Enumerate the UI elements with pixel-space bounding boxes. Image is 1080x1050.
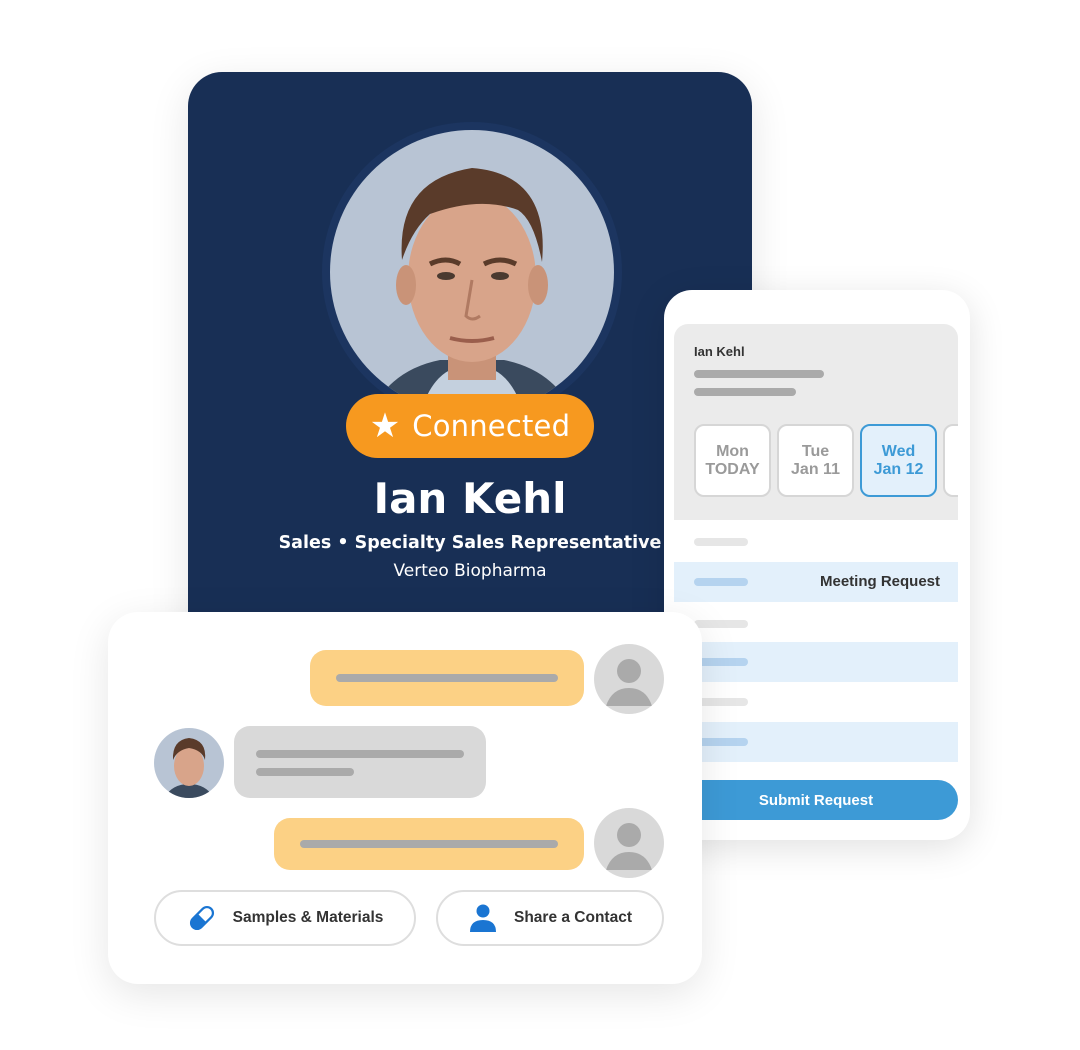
time-slot[interactable]	[674, 682, 958, 722]
chat-bubble-outgoing	[310, 650, 584, 706]
message-placeholder-line	[256, 768, 354, 776]
date-chip-wed-selected[interactable]: Wed Jan 12	[860, 424, 937, 497]
rep-avatar-photo	[154, 728, 224, 798]
date-chip-date: Jan 11	[791, 460, 840, 478]
generic-user-icon	[594, 644, 664, 714]
date-chip-day: Tue	[801, 442, 830, 460]
chat-card: Samples & Materials Share a Contact	[108, 612, 702, 984]
time-slot[interactable]	[674, 642, 958, 682]
connected-label: Connected	[412, 409, 571, 443]
person-icon	[469, 904, 496, 932]
date-chip-day: Wed	[881, 442, 916, 460]
time-slot[interactable]	[674, 522, 958, 562]
message-placeholder-line	[256, 750, 464, 758]
time-slot[interactable]	[674, 722, 958, 762]
slot-placeholder	[694, 658, 748, 666]
connected-badge: ★ Connected	[346, 394, 594, 458]
pill-capsule-icon	[189, 905, 214, 931]
date-chip-date: TODAY	[705, 460, 760, 478]
message-placeholder-line	[300, 840, 558, 848]
date-chip-next[interactable]	[943, 424, 958, 497]
slot-placeholder	[694, 620, 748, 628]
message-placeholder-line	[336, 674, 558, 682]
time-slot[interactable]	[674, 604, 958, 644]
profile-photo-ring	[322, 122, 622, 422]
generic-user-icon	[594, 808, 664, 878]
chat-bubble-outgoing	[274, 818, 584, 870]
time-slot-meeting-request[interactable]: Meeting Request	[674, 562, 958, 602]
placeholder-line	[694, 388, 796, 396]
slot-label: Meeting Request	[819, 573, 940, 590]
placeholder-line	[694, 370, 824, 378]
meeting-request-card: Ian Kehl Mon TODAY Tue Jan 11 Wed Jan 12	[664, 290, 970, 840]
slot-placeholder	[694, 698, 748, 706]
slot-placeholder	[694, 738, 748, 746]
chat-bubble-incoming	[234, 726, 486, 798]
slot-placeholder	[694, 578, 748, 586]
samples-materials-label: Samples & Materials	[232, 909, 384, 926]
date-selector: Mon TODAY Tue Jan 11 Wed Jan 12	[694, 424, 958, 497]
meeting-header: Ian Kehl Mon TODAY Tue Jan 11 Wed Jan 12	[674, 324, 958, 520]
date-chip-mon[interactable]: Mon TODAY	[694, 424, 771, 497]
share-contact-button[interactable]: Share a Contact	[436, 890, 664, 946]
date-chip-tue[interactable]: Tue Jan 11	[777, 424, 854, 497]
meeting-contact-name: Ian Kehl	[694, 344, 745, 359]
date-chip-date: Jan 12	[873, 460, 924, 478]
profile-photo	[330, 130, 614, 414]
slot-placeholder	[694, 538, 748, 546]
date-chip-day: Mon	[716, 442, 749, 460]
samples-materials-button[interactable]: Samples & Materials	[154, 890, 416, 946]
star-icon: ★	[369, 406, 401, 446]
submit-request-button[interactable]: Submit Request	[674, 780, 958, 820]
share-contact-label: Share a Contact	[513, 909, 632, 926]
profile-photo-illustration	[330, 130, 614, 414]
